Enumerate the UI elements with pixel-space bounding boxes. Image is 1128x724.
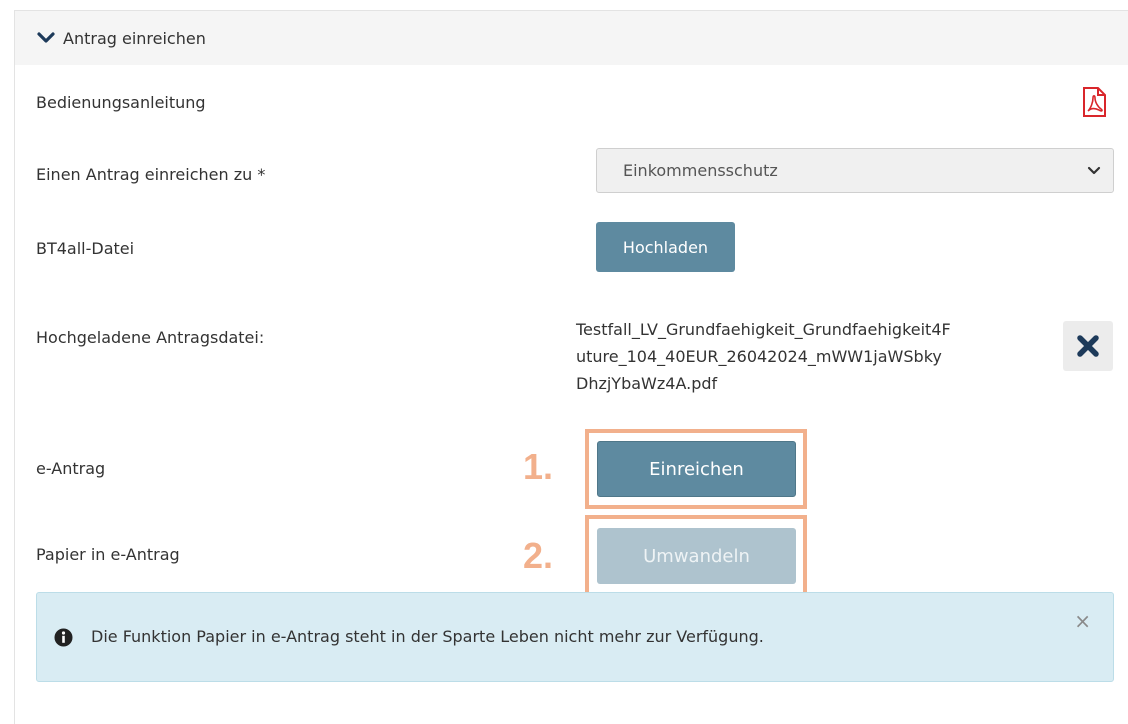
alert-message: Die Funktion Papier in e-Antrag steht in… (91, 627, 764, 646)
chevron-down-icon (37, 32, 55, 43)
paper-convert-label: Papier in e-Antrag (36, 545, 180, 564)
step-marker-2: 2. (523, 535, 554, 576)
application-type-label: Einen Antrag einreichen zu * (36, 165, 266, 184)
close-icon (1077, 335, 1099, 357)
convert-button[interactable]: Umwandeln (597, 528, 796, 584)
alert-close-button[interactable]: × (1074, 611, 1091, 631)
submit-button[interactable]: Einreichen (597, 441, 796, 497)
step-marker-1: 1. (523, 446, 554, 487)
chevron-down-icon (1087, 166, 1101, 175)
file-name-line: uture_104_40EUR_26042024_mWW1jaWSbky (576, 347, 942, 366)
file-name-line: DhzjYbaWz4A.pdf (576, 374, 718, 393)
uploaded-file-name: Testfall_LV_Grundfaehigkeit_Grundfaehigk… (576, 316, 1036, 397)
info-alert: Die Funktion Papier in e-Antrag steht in… (36, 592, 1114, 682)
remove-file-button[interactable] (1063, 321, 1113, 371)
file-name-line: Testfall_LV_Grundfaehigkeit_Grundfaehigk… (576, 320, 951, 339)
uploaded-file-label: Hochgeladene Antragsdatei: (36, 328, 265, 347)
bt4all-label: BT4all-Datei (36, 239, 135, 258)
upload-button[interactable]: Hochladen (596, 222, 735, 272)
pdf-icon[interactable] (1081, 86, 1107, 118)
e-antrag-label: e-Antrag (36, 459, 106, 478)
application-type-select[interactable]: Einkommensschutz (596, 148, 1114, 193)
info-icon (54, 628, 73, 647)
manual-label: Bedienungsanleitung (36, 93, 206, 112)
application-type-value: Einkommensschutz (623, 161, 778, 180)
section-title: Antrag einreichen (63, 28, 206, 48)
section-header-antrag-einreichen[interactable]: Antrag einreichen (15, 11, 1128, 65)
